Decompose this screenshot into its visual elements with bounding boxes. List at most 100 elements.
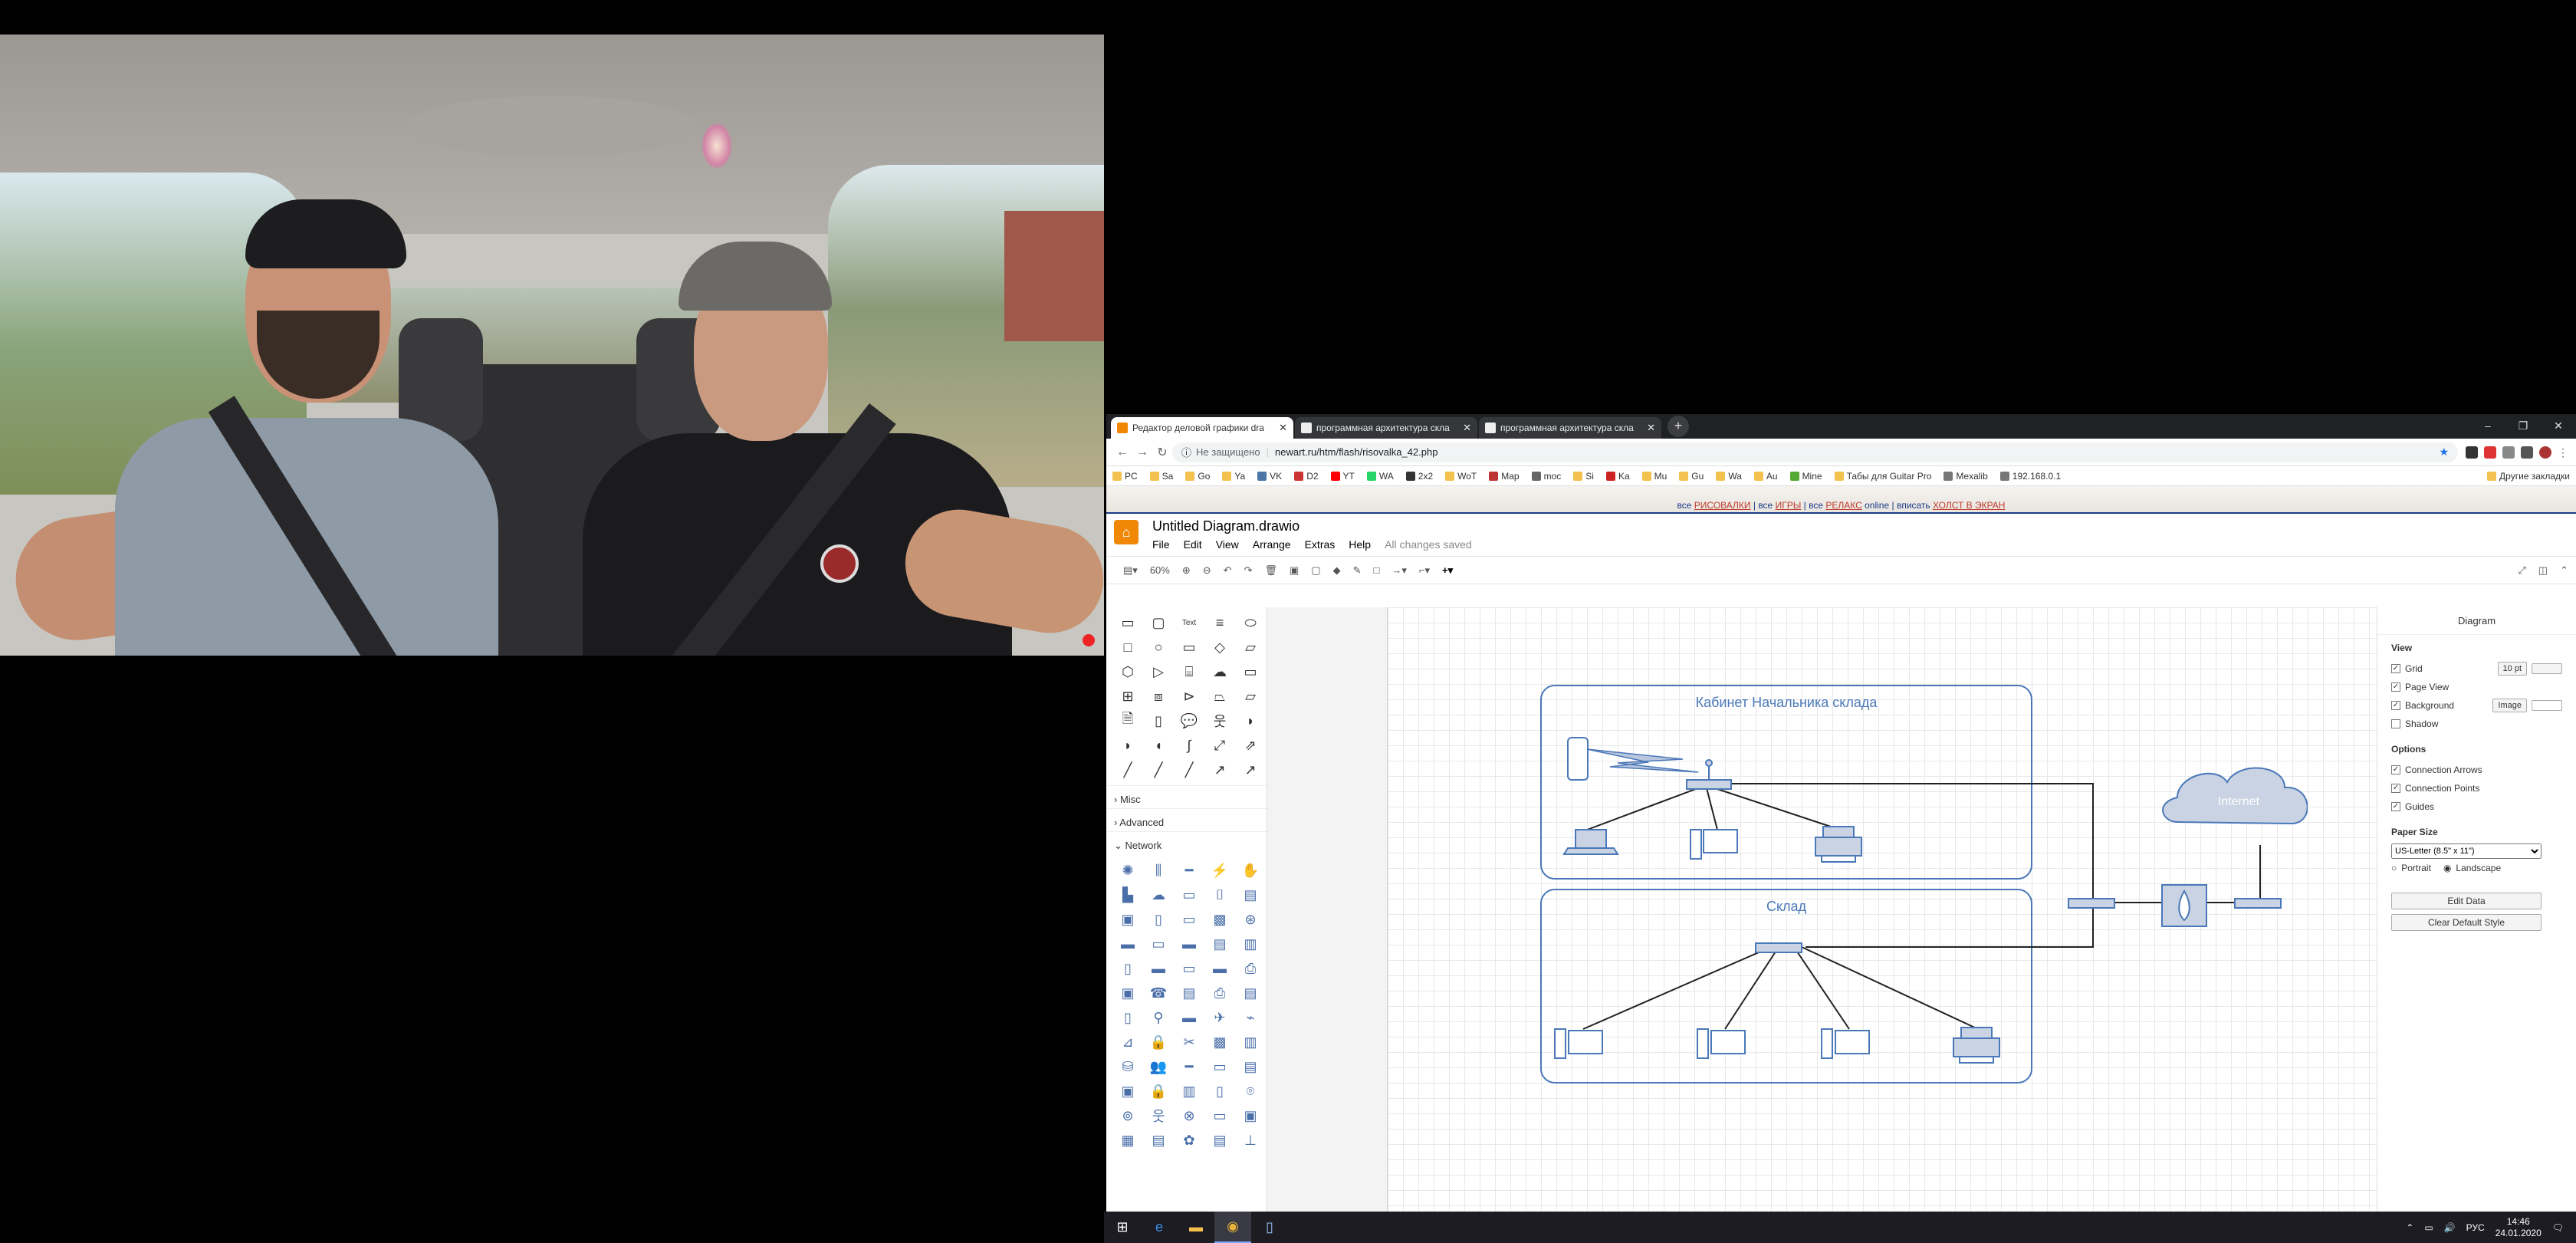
link-games[interactable]: ИГРЫ (1776, 500, 1802, 511)
link-relax[interactable]: РЕЛАКС (1825, 500, 1861, 511)
delete-icon[interactable]: 🗑 (1264, 564, 1277, 577)
bookmark-item[interactable]: Map (1489, 471, 1520, 482)
copier-shape[interactable]: ⌷ (1208, 884, 1232, 906)
workstation-shape[interactable]: ▣ (1116, 1080, 1140, 1102)
volume-icon[interactable]: 🔊 (2444, 1222, 2456, 1233)
fill-color-icon[interactable]: ◆ (1333, 564, 1341, 577)
line-color-icon[interactable]: ✎ (1353, 564, 1362, 577)
switch-shape[interactable]: ⫼ (1146, 860, 1171, 881)
link-fit-canvas[interactable]: ХОЛСТ В ЭКРАН (1933, 500, 2005, 511)
menu-edit[interactable]: Edit (1184, 538, 1202, 551)
landscape-radio[interactable]: ◉ (2443, 863, 2451, 873)
trapezoid-shape[interactable]: ⏢ (1208, 686, 1232, 707)
bookmark-item[interactable]: Mine (1789, 471, 1822, 482)
actor-shape[interactable]: 웃 (1208, 710, 1232, 732)
extension-icon[interactable] (2484, 446, 2496, 459)
tower-server-shape[interactable]: ▯ (1116, 1007, 1140, 1028)
close-tab-icon[interactable]: ✕ (1279, 422, 1287, 434)
mainframe-shape[interactable]: ▤ (1208, 933, 1232, 955)
to-back-icon[interactable]: ▢ (1311, 564, 1320, 577)
guides-checkbox[interactable]: ✓ (2391, 802, 2400, 811)
server-shape[interactable]: ▤ (1238, 884, 1263, 906)
gamepad-shape[interactable]: ⊛ (1238, 909, 1263, 930)
extension-icon[interactable] (2521, 446, 2533, 459)
redo-icon[interactable]: ↷ (1244, 564, 1253, 577)
connection-arrows-checkbox[interactable]: ✓ (2391, 765, 2400, 774)
explorer-icon[interactable]: ▬ (1178, 1212, 1214, 1243)
page-view-checkbox[interactable]: ✓ (2391, 682, 2400, 692)
clear-default-style-button[interactable]: Clear Default Style (2391, 914, 2542, 931)
arrow-line-shape[interactable]: ↗ (1238, 759, 1263, 781)
tape-shape[interactable]: ▱ (1238, 686, 1263, 707)
bookmark-item[interactable]: Ya (1222, 471, 1245, 482)
menu-help[interactable]: Help (1349, 538, 1371, 551)
bookmark-item[interactable]: Gu (1679, 471, 1704, 482)
triangle-shape[interactable]: ▷ (1146, 661, 1171, 682)
desk-shape[interactable]: ▭ (1177, 909, 1201, 930)
restore-icon[interactable]: ❐ (2505, 414, 2541, 439)
pc-shape[interactable]: ▣ (1116, 909, 1140, 930)
square-shape[interactable]: □ (1116, 636, 1140, 658)
info-icon[interactable]: ⓘ (1181, 445, 1191, 459)
grid-color-button[interactable] (2532, 663, 2562, 674)
connection-icon[interactable]: →▾ (1392, 564, 1407, 577)
tape-drive-shape[interactable]: ▤ (1208, 1130, 1232, 1151)
tab-search-1[interactable]: программная архитектура скла ✕ (1295, 417, 1477, 439)
biometric-shape[interactable]: ⊚ (1116, 1105, 1140, 1126)
shadow-icon[interactable]: □ (1373, 564, 1379, 576)
curve-shape[interactable]: ∫ (1177, 735, 1201, 756)
bookmark-item[interactable]: Ka (1605, 471, 1630, 482)
extension-icon[interactable] (2466, 446, 2478, 459)
plotter-shape[interactable]: ⎙ (1208, 982, 1232, 1004)
storage-array-shape[interactable]: ▤ (1238, 982, 1263, 1004)
access-point-shape[interactable]: ⊥ (1238, 1130, 1263, 1151)
person-shape[interactable]: 웃 (1146, 1105, 1171, 1126)
cylinder-shape[interactable]: ⌸ (1177, 661, 1201, 682)
tab-drawio[interactable]: Редактор деловой графики dra ✕ (1111, 417, 1293, 439)
bookmark-item[interactable]: D2 (1294, 471, 1319, 482)
rack-shape[interactable]: ▥ (1238, 933, 1263, 955)
forward-icon[interactable]: → (1132, 446, 1152, 459)
document-app-icon[interactable]: ▯ (1251, 1212, 1288, 1243)
network-icon[interactable]: ▭ (2424, 1222, 2433, 1233)
document-title[interactable]: Untitled Diagram.drawio (1152, 518, 1300, 534)
rack2-shape[interactable]: ▥ (1238, 1031, 1263, 1053)
server2-shape[interactable]: ▤ (1238, 1056, 1263, 1077)
monitor-shape[interactable]: ▭ (1177, 958, 1201, 979)
menu-file[interactable]: File (1152, 538, 1170, 551)
cloud-shape[interactable]: ☁ (1208, 661, 1232, 682)
tablet-shape[interactable]: ⊿ (1116, 1031, 1140, 1053)
bookmark-star-icon[interactable]: ★ (2439, 446, 2449, 459)
omnibox[interactable]: ⓘ Не защищено | newart.ru/htm/flash/riso… (1172, 442, 2458, 462)
thin-line-shape[interactable]: ╱ (1177, 759, 1201, 781)
edit-data-button[interactable]: Edit Data (2391, 893, 2542, 909)
database-shape[interactable]: ⛁ (1116, 1056, 1140, 1077)
background-color-button[interactable] (2532, 700, 2562, 711)
close-tab-icon[interactable]: ✕ (1647, 422, 1655, 434)
section-advanced[interactable]: › Advanced (1106, 808, 1267, 831)
satellite-shape[interactable]: ✈ (1208, 1007, 1232, 1028)
lock-shape[interactable]: 🔒 (1146, 1031, 1171, 1053)
bookmark-item[interactable]: Sa (1149, 471, 1173, 482)
tower-shape[interactable]: ▯ (1146, 909, 1171, 930)
zoom-out-icon[interactable]: ⊖ (1203, 564, 1211, 577)
patch-panel-shape[interactable]: ▬ (1177, 1007, 1201, 1028)
format-panel-toggle-icon[interactable]: ▤▾ (1123, 564, 1138, 577)
bookmark-item[interactable]: Si (1573, 471, 1594, 482)
bookmark-item[interactable]: moc (1531, 471, 1561, 482)
comm-link-shape[interactable]: ⚡ (1208, 860, 1232, 881)
to-front-icon[interactable]: ▣ (1290, 564, 1299, 577)
paper-size-select[interactable]: US-Letter (8.5" x 11") (2391, 843, 2542, 859)
video-shape[interactable]: ▣ (1238, 1105, 1263, 1126)
bidirectional-arrow-shape[interactable]: ⤢ (1208, 735, 1232, 756)
fullscreen-icon[interactable]: ⤢ (2518, 564, 2525, 577)
mic-shape[interactable]: ⌾ (1238, 1080, 1263, 1102)
profile-avatar[interactable] (2539, 446, 2551, 459)
hub-shape[interactable]: ✺ (1116, 860, 1140, 881)
telephone-shape[interactable]: ☎ (1146, 982, 1171, 1004)
card-shape[interactable]: ▯ (1146, 710, 1171, 732)
hexagon-shape[interactable]: ⬡ (1116, 661, 1140, 682)
wireless-shape[interactable]: ⊗ (1177, 1105, 1201, 1126)
scanner-shape[interactable]: ▬ (1208, 958, 1232, 979)
line-shape[interactable]: ╱ (1116, 759, 1140, 781)
